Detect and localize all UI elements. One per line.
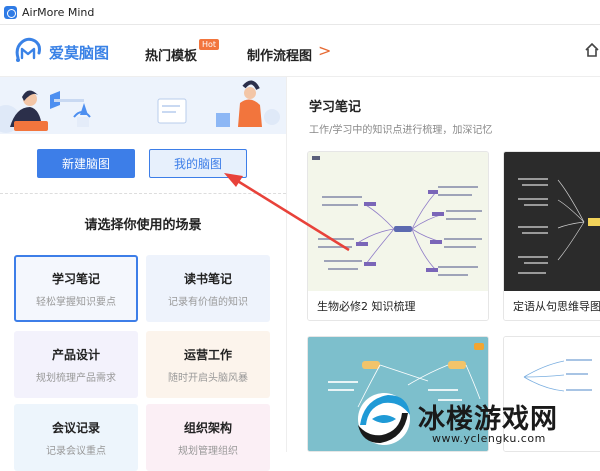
nav-hot-templates[interactable]: 热门模板 [145, 45, 197, 64]
card-subtitle: 记录会议重点 [46, 445, 106, 457]
category-title: 学习笔记 [309, 100, 362, 115]
card-subtitle: 随时开启头脑风暴 [168, 372, 248, 384]
card-title: 学习笔记 [51, 271, 100, 286]
brand-name[interactable]: 爱莫脑图 [49, 42, 109, 63]
card-title: 读书笔记 [183, 271, 232, 286]
brain-logo-icon[interactable] [13, 36, 43, 64]
divider [0, 193, 286, 194]
chevron-right-icon[interactable]: > [318, 41, 331, 60]
hot-badge: Hot [199, 39, 220, 50]
template-card-biology[interactable]: 生物必修2 知识梳理 [307, 151, 489, 321]
watermark-text: 冰楼游戏网 [418, 404, 558, 435]
category-subtitle: 工作/学习中的知识点进行梳理，加深记忆 [309, 125, 493, 136]
template-label: 定语从句思维导图 [504, 291, 600, 320]
scene-card-meeting-notes[interactable]: 会议记录 记录会议重点 [14, 404, 138, 471]
scene-card-study-notes[interactable]: 学习笔记 轻松掌握知识要点 [14, 255, 138, 322]
sidebar: 新建脑图 我的脑图 请选择你使用的场景 学习笔记 轻松掌握知识要点 读书笔记 记… [0, 77, 287, 471]
home-icon[interactable] [584, 43, 600, 57]
card-subtitle: 记录有价值的知识 [168, 296, 248, 308]
card-title: 运营工作 [183, 347, 232, 362]
scene-card-org-chart[interactable]: 组织架构 规划管理组织 [146, 404, 270, 471]
card-subtitle: 规划管理组织 [178, 445, 238, 457]
window-title: AirMore Mind [22, 5, 95, 19]
title-bar: AirMore Mind [0, 0, 600, 25]
card-title: 会议记录 [51, 420, 100, 435]
scene-section-title: 请选择你使用的场景 [84, 218, 202, 233]
scene-card-operations[interactable]: 运营工作 随时开启头脑风暴 [146, 331, 270, 398]
template-label: 生物必修2 知识梳理 [308, 291, 488, 320]
card-subtitle: 轻松掌握知识要点 [36, 296, 116, 308]
card-title: 组织架构 [183, 420, 232, 435]
template-card-relative-clause[interactable]: 定语从句思维导图 [503, 151, 600, 321]
template-preview [504, 152, 600, 293]
nav-flowchart[interactable]: 制作流程图 [247, 45, 312, 64]
watermark-url: www.yclengku.com [432, 432, 546, 445]
scene-card-reading-notes[interactable]: 读书笔记 记录有价值的知识 [146, 255, 270, 322]
top-nav: 爱莫脑图 热门模板 Hot 制作流程图 > [0, 25, 600, 77]
scene-card-product-design[interactable]: 产品设计 规划梳理产品需求 [14, 331, 138, 398]
new-mindmap-button[interactable]: 新建脑图 [37, 149, 135, 178]
card-subtitle: 规划梳理产品需求 [36, 372, 116, 384]
card-title: 产品设计 [51, 347, 100, 362]
template-preview [308, 152, 488, 293]
banner-illustration [0, 77, 286, 134]
my-mindmaps-button[interactable]: 我的脑图 [149, 149, 247, 178]
app-icon [4, 5, 17, 19]
